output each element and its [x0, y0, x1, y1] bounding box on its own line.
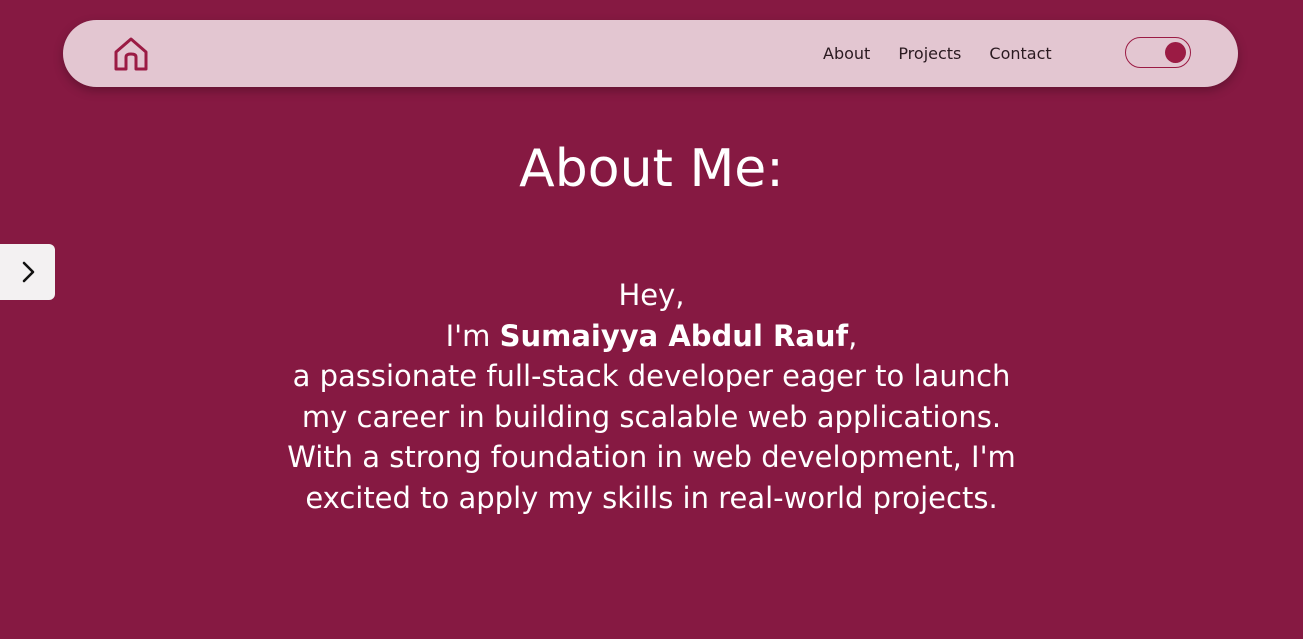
nav-links: About Projects Contact [823, 20, 1052, 87]
nav-link-contact[interactable]: Contact [989, 44, 1051, 63]
about-line-2: my career in building scalable web appli… [301, 399, 1002, 434]
intro-prefix: I'm [445, 318, 500, 353]
intro-line: I'm Sumaiyya Abdul Rauf, [0, 316, 1303, 357]
navbar: About Projects Contact [63, 20, 1238, 87]
about-text: Hey, I'm Sumaiyya Abdul Rauf, a passiona… [0, 275, 1303, 518]
author-name: Sumaiyya Abdul Rauf [499, 318, 849, 353]
home-link[interactable] [113, 36, 149, 72]
greeting-line: Hey, [618, 278, 685, 312]
intro-suffix: , [848, 318, 858, 353]
about-line-1: a passionate full-stack developer eager … [292, 359, 1011, 393]
about-line-4: excited to apply my skills in real-world… [305, 480, 998, 515]
nav-link-projects[interactable]: Projects [898, 44, 961, 63]
about-title: About Me: [519, 139, 784, 199]
toggle-knob [1165, 42, 1186, 63]
theme-toggle[interactable] [1125, 37, 1191, 68]
about-line-3: With a strong foundation in web developm… [287, 440, 1016, 474]
nav-link-about[interactable]: About [823, 44, 870, 63]
home-icon [114, 37, 148, 71]
